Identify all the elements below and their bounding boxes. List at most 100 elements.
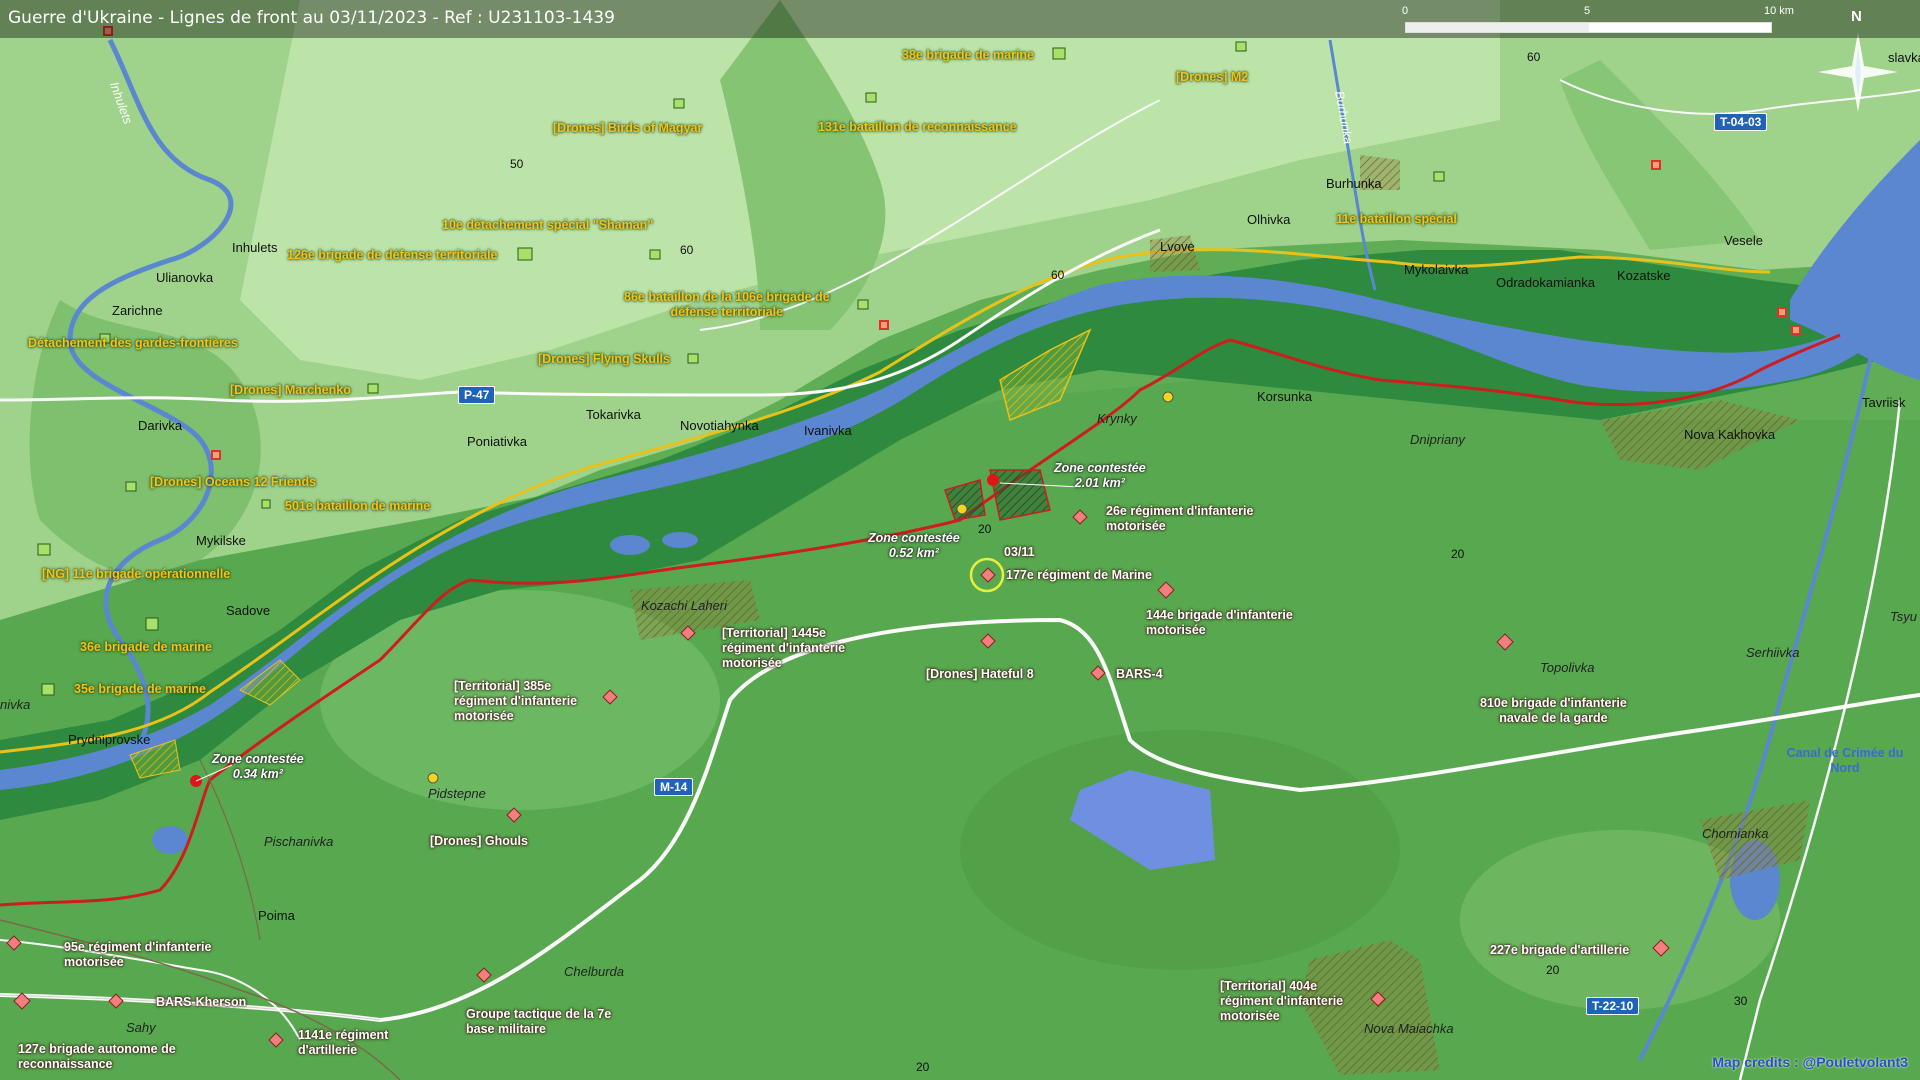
ru-unit-ghouls: [Drones] Ghouls [430,834,528,848]
place-pishchanivka: Pischanivka [264,834,334,849]
zone-label-2: Zone contestée 0.52 km² [868,531,960,560]
scale-bar-half [1406,23,1589,32]
elev-9: 20 [916,1060,930,1074]
elev-1: 50 [510,157,524,171]
place-chelburda: Chelburda [564,964,624,979]
place-poima: Poima [258,908,295,923]
place-inhulets: Inhulets [232,240,278,255]
place-topolivka: Topolivka [1540,660,1595,675]
elev-4: 60 [1527,50,1541,64]
place-kozachi-laheri: Kozachi Laheri [641,598,727,613]
ua-unit-flying-skulls: [Drones] Flying Skulls [538,352,670,366]
road-shield-m14: M-14 [654,778,694,796]
ua-unit-ng-11: [NG] 11e brigade opérationnelle [42,567,231,581]
event-red-1 [987,474,999,486]
date-tag: 03/11 [1004,545,1035,559]
ru-unit-26-regiment: 26e régiment d'infanterie motorisée [1106,504,1254,533]
ru-unit-144-brigade: 144e brigade d'infanterie motorisée [1146,608,1293,637]
elev-7: 20 [1546,963,1560,977]
place-prydniprovske: Prydniprovske [68,732,151,747]
ru-unit-404-regiment: [Territorial] 404e régiment d'infanterie… [1220,979,1344,1023]
event-yellow-2 [1162,391,1174,403]
elev-2: 60 [680,243,694,257]
ua-unit-36-marine: 36e brigade de marine [80,640,213,654]
ru-unit-bars-4: BARS-4 [1116,667,1163,681]
ua-unit-35-marine: 35e brigade de marine [74,682,207,696]
ua-unit-border-guards: Détachement des gardes-frontières [28,336,238,350]
ua-unit-drones-m2: [Drones] M2 [1176,70,1249,84]
place-mykolaivka: Mykolaivka [1404,262,1469,277]
ua-unit-131-recon: 131e bataillon de reconnaissance [818,120,1017,134]
place-novotiahynka: Novotiahynka [680,418,759,433]
elev-8: 30 [1734,994,1748,1008]
ua-unit-shaman: 10e détachement spécial "Shaman" [442,218,654,232]
lake-3 [662,532,698,548]
ru-unit-bars-kherson: BARS-Kherson [156,995,247,1009]
place-dnipriany: Dnipriany [1410,432,1465,447]
ru-unit-227-artillery: 227e brigade d'artillerie [1490,943,1630,957]
place-burhunka: Burhunka [1326,176,1382,191]
ru-unit-7th-base: Groupe tactique de la 7e base militaire [466,1007,612,1036]
ru-unit-hateful-8: [Drones] Hateful 8 [926,667,1034,681]
ua-unit-38-marine: 38e brigade de marine [902,48,1035,62]
place-vesele: Vesele [1724,233,1764,248]
place-tokarivka: Tokarivka [586,407,641,422]
elev-6: 20 [1451,547,1465,561]
scale-bar [1405,22,1772,33]
scale-label-5: 5 [1584,5,1591,17]
place-sadove: Sadove [226,603,271,618]
ru-unit-1141-artillery: 1141e régiment d'artillerie [298,1028,389,1057]
place-nivka: nivka [0,697,31,712]
ru-unit-385-regiment: [Territorial] 385e régiment d'infanterie… [454,679,578,723]
road-shield-p47: P-47 [458,386,496,404]
place-ivanivka: Ivanivka [804,423,852,438]
ua-unit-501-marine: 501e bataillon de marine [285,499,431,513]
place-lvove: Lvove [1160,239,1195,254]
place-olhivka: Olhivka [1247,212,1291,227]
ru-unit-95-regiment: 95e régiment d'infanterie motorisée [64,940,212,969]
ru-unit-177-marine: 177e régiment de Marine [1006,568,1152,582]
ua-unit-11-special: 11e bataillon spécial [1336,212,1457,226]
place-zarichne: Zarichne [112,303,163,318]
ua-unit-126-territorial: 126e brigade de défense territoriale [287,248,498,262]
ru-unit-127-recon: 127e brigade autonome de reconnaissance [18,1042,176,1071]
map-title: Guerre d'Ukraine - Lignes de front au 03… [8,8,615,28]
elev-5: 20 [978,522,992,536]
place-sahy: Sahy [126,1020,156,1035]
place-kozatske: Kozatske [1617,268,1671,283]
ru-unit-1445-regiment: [Territorial] 1445e régiment d'infanteri… [722,626,846,670]
north-label: N [1851,8,1862,25]
place-krynky: Krynky [1097,411,1137,426]
place-nova-maiachka: Nova Maiachka [1364,1021,1454,1036]
map-credits: Map credits : @Pouletvolant3 [1712,1054,1908,1070]
label-canal: Canal de Crimée du Nord [1786,746,1904,775]
road-shield-t2210: T-22-10 [1586,997,1640,1015]
ua-unit-86-battalion: 86e bataillon de la 106e brigade de défe… [624,290,830,319]
place-mykilske: Mykilske [196,533,246,548]
ua-unit-marchenko: [Drones] Marchenko [230,383,351,397]
place-odradokamianka: Odradokamianka [1496,275,1595,290]
place-korsunka: Korsunka [1257,389,1312,404]
place-chornianka: Chornianka [1702,826,1769,841]
ua-unit-birds-of-magyar: [Drones] Birds of Magyar [553,121,703,135]
place-darivka: Darivka [138,418,183,433]
elev-3: 60 [1051,268,1065,282]
scale-label-10: 10 km [1764,5,1794,17]
place-serhiivka: Serhiivka [1746,645,1800,660]
event-yellow-1 [956,503,968,515]
place-pidstepne: Pidstepne [428,786,486,801]
place-tavriisk: Tavriisk [1862,395,1906,410]
place-ulianovka: Ulianovka [156,270,214,285]
place-nova-kakhovka: Nova Kakhovka [1684,427,1776,442]
scale-label-0: 0 [1402,5,1409,17]
place-slavka: slavka [1888,50,1920,65]
lake-2 [610,535,650,555]
road-shield-t0403: T-04-03 [1714,113,1768,131]
place-poniativka: Poniativka [467,434,527,449]
contested-zone-1 [989,469,1051,521]
event-yellow-3 [427,772,439,784]
place-tsyu: Tsyu [1890,609,1917,624]
ua-unit-oceans-12: [Drones] Oceans 12 Friends [150,475,317,489]
zone-label-3: Zone contestée 0.34 km² [212,752,304,781]
lake-4 [152,826,188,854]
